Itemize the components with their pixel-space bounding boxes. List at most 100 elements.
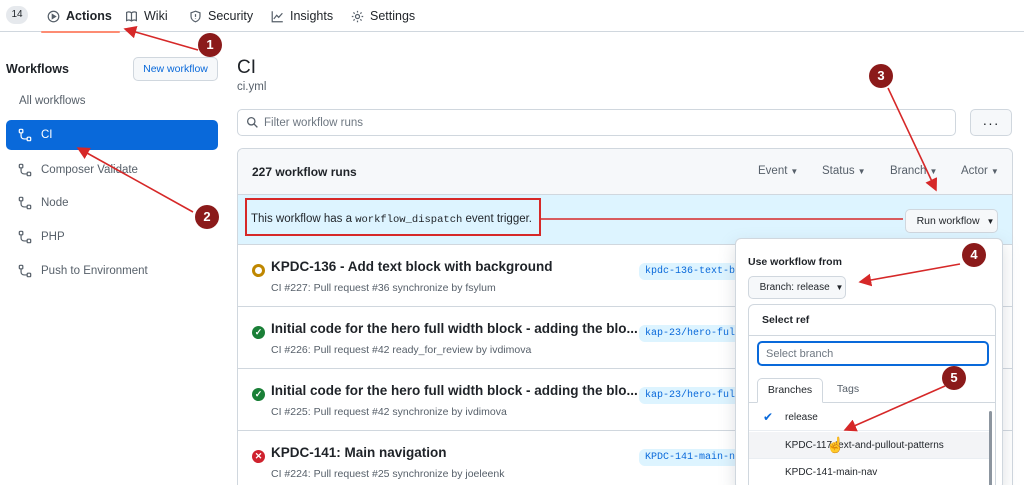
sidebar-title: Workflows	[6, 62, 69, 76]
tab-insights[interactable]: Insights	[271, 0, 333, 32]
sidebar-item-push-to-environment[interactable]: Push to Environment	[6, 256, 218, 286]
branch-name: release	[785, 412, 818, 423]
caret-down-icon: ▼	[986, 217, 995, 226]
branch-item-kpdc-117[interactable]: KPDC-117-text-and-pullout-patterns	[749, 432, 989, 459]
workflow-icon	[18, 230, 32, 244]
branch-search-input[interactable]	[766, 346, 981, 362]
branch-name: KPDC-141-main-nav	[785, 467, 878, 478]
run-title[interactable]: Initial code for the hero full width blo…	[271, 383, 638, 398]
branch-select-label: Branch: release	[759, 282, 830, 293]
filter-label: Status	[822, 165, 855, 177]
annotation-marker-5: 5	[942, 366, 966, 390]
filter-label: Actor	[961, 165, 988, 177]
filter-label: Branch	[890, 165, 927, 177]
filter-label: Event	[758, 165, 788, 177]
runs-header: 227 workflow runs Event ▼ Status ▼ Branch ▼…	[238, 149, 1012, 195]
caret-down-icon: ▼	[929, 167, 938, 176]
run-title[interactable]: Initial code for the hero full width blo…	[271, 321, 638, 336]
caret-down-icon: ▼	[835, 283, 844, 292]
highlight-box	[245, 198, 541, 236]
page-title: CI	[237, 57, 256, 78]
tab-label: Insights	[290, 9, 334, 23]
repo-nav: 14 Actions Wiki Security Insights Settin…	[0, 0, 1024, 33]
branch-chip[interactable]: kpdc-136-text-bl	[639, 263, 748, 280]
run-meta: CI #225: Pull request #42 synchronize by…	[271, 406, 507, 418]
sidebar-item-node[interactable]: Node	[6, 188, 218, 218]
sidebar-item-label: PHP	[41, 231, 65, 243]
branch-name: KPDC-117-text-and-pullout-patterns	[785, 440, 944, 451]
run-meta: CI #226: Pull request #42 ready_for_revi…	[271, 344, 532, 356]
use-workflow-from-label: Use workflow from	[748, 256, 842, 268]
tab-label: Security	[208, 9, 254, 23]
annotation-marker-1: 1	[198, 33, 222, 57]
check-circle-icon: ✓	[252, 388, 265, 401]
annotation-marker-2: 2	[195, 205, 219, 229]
workflow-icon	[18, 163, 32, 177]
tab-settings[interactable]: Settings	[351, 0, 415, 32]
more-options-button[interactable]: ···	[970, 109, 1012, 136]
sidebar-item-label: Push to Environment	[41, 265, 148, 277]
workflow-icon	[18, 264, 32, 278]
run-workflow-label: Run workflow	[916, 215, 980, 227]
branch-item-kpdc-141[interactable]: KPDC-141-main-nav	[749, 459, 989, 485]
graph-icon	[271, 10, 283, 22]
workflow-icon	[18, 196, 32, 210]
x-circle-icon: ✕	[252, 450, 265, 463]
search-icon	[246, 116, 258, 128]
scrollbar[interactable]	[989, 411, 992, 485]
status-filter[interactable]: Status ▼	[822, 165, 866, 177]
annotation-marker-4: 4	[962, 243, 986, 267]
check-icon: ✔	[763, 410, 774, 424]
run-meta: CI #224: Pull request #25 synchronize by…	[271, 468, 505, 480]
tab-branches[interactable]: Branches	[757, 378, 823, 403]
run-workflow-button[interactable]: Run workflow ▼	[905, 209, 998, 233]
runs-count: 227 workflow runs	[252, 165, 357, 179]
workflow-icon	[18, 128, 32, 142]
play-icon	[47, 10, 60, 22]
workflow-file-link[interactable]: ci.yml	[237, 81, 266, 93]
filter-workflow-runs[interactable]	[237, 109, 956, 136]
divider	[749, 335, 995, 336]
sidebar-item-label: Composer Validate	[41, 164, 138, 176]
gear-icon	[351, 10, 364, 22]
search-input[interactable]	[264, 113, 944, 132]
tab-label: Actions	[66, 9, 112, 23]
tab-label: Settings	[370, 9, 416, 23]
actor-filter[interactable]: Actor ▼	[961, 165, 999, 177]
select-ref-title: Select ref	[762, 314, 810, 326]
arrow-1	[123, 25, 199, 51]
run-meta: CI #227: Pull request #36 synchronize by…	[271, 282, 496, 294]
event-filter[interactable]: Event ▼	[758, 165, 798, 177]
branch-search[interactable]	[757, 341, 989, 366]
tab-label: Wiki	[144, 9, 168, 23]
hand-cursor-icon: ☝	[826, 437, 845, 454]
in-progress-icon	[252, 264, 265, 277]
counter-badge: 14	[6, 6, 28, 24]
shield-icon	[190, 10, 201, 22]
caret-down-icon: ▼	[857, 167, 866, 176]
all-workflows-link[interactable]: All workflows	[19, 95, 85, 107]
select-ref-panel: Select ref Branches Tags ✔ release KPDC-…	[748, 304, 996, 485]
new-workflow-button[interactable]: New workflow	[133, 57, 218, 81]
tab-wiki[interactable]: Wiki	[125, 0, 168, 32]
annotation-marker-3: 3	[869, 64, 893, 88]
run-title[interactable]: KPDC-136 - Add text block with backgroun…	[271, 259, 553, 274]
sidebar-item-ci[interactable]: CI	[6, 120, 218, 150]
branch-item-release[interactable]: ✔ release	[749, 404, 989, 431]
sidebar-item-label: Node	[41, 197, 69, 209]
sidebar-item-label: CI	[41, 129, 53, 141]
caret-down-icon: ▼	[790, 167, 799, 176]
tab-security[interactable]: Security	[189, 0, 253, 32]
tab-actions[interactable]: Actions	[41, 0, 120, 33]
book-icon	[126, 10, 137, 22]
run-workflow-popover: Use workflow from Branch: release ▼ Sele…	[735, 238, 1003, 485]
caret-down-icon: ▼	[990, 167, 999, 176]
branch-select-button[interactable]: Branch: release ▼	[748, 276, 846, 299]
tab-tags[interactable]: Tags	[831, 378, 865, 403]
sidebar-item-composer-validate[interactable]: Composer Validate	[6, 155, 218, 185]
run-title[interactable]: KPDC-141: Main navigation	[271, 445, 447, 460]
branch-filter[interactable]: Branch ▼	[890, 165, 937, 177]
branch-chip[interactable]: kap-23/hero-full	[639, 325, 748, 342]
sidebar-item-php[interactable]: PHP	[6, 222, 218, 252]
check-circle-icon: ✓	[252, 326, 265, 339]
